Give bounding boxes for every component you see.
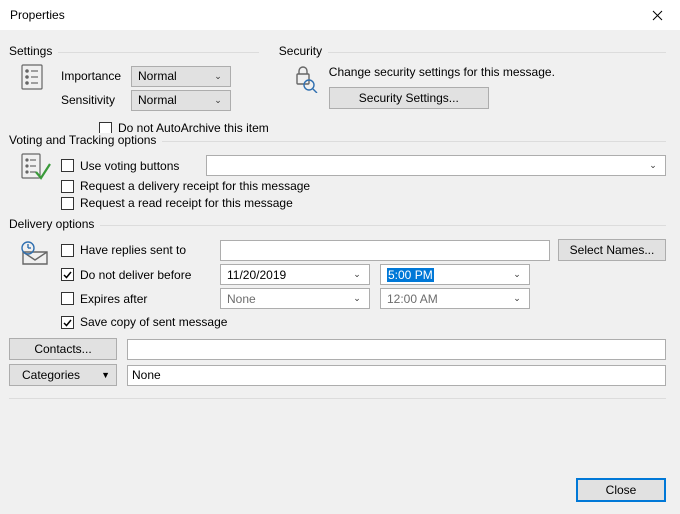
chevron-down-icon: ⌄ — [210, 71, 226, 82]
security-legend: Security — [279, 44, 328, 58]
categories-button[interactable]: Categories ▼ — [9, 364, 117, 386]
importance-value: Normal — [138, 69, 177, 83]
titlebar: Properties — [0, 0, 680, 30]
not-before-label: Do not deliver before — [80, 268, 220, 282]
categories-input[interactable]: None — [127, 365, 666, 386]
contacts-input[interactable] — [127, 339, 666, 360]
delivery-legend: Delivery options — [9, 217, 100, 231]
importance-label: Importance — [55, 69, 131, 83]
use-voting-checkbox[interactable] — [61, 159, 74, 172]
delivery-group: Delivery options Have replies sent to — [9, 225, 666, 405]
security-desc: Change security settings for this messag… — [329, 65, 666, 79]
replies-label: Have replies sent to — [80, 243, 220, 257]
contacts-button[interactable]: Contacts... — [9, 338, 117, 360]
expires-checkbox[interactable] — [61, 292, 74, 305]
expires-date: None — [227, 292, 256, 306]
chevron-down-icon: ⌄ — [349, 269, 365, 280]
delivery-receipt-label: Request a delivery receipt for this mess… — [80, 179, 310, 193]
settings-legend: Settings — [9, 44, 58, 58]
expires-label: Expires after — [80, 292, 220, 306]
delivery-receipt-checkbox[interactable] — [61, 180, 74, 193]
window-title: Properties — [10, 8, 65, 22]
settings-group: Settings Importance — [9, 52, 259, 119]
voting-buttons-select[interactable]: ⌄ — [206, 155, 666, 176]
use-voting-label: Use voting buttons — [80, 159, 206, 173]
sensitivity-select[interactable]: Normal ⌄ — [131, 90, 231, 111]
delivery-icon — [9, 236, 61, 332]
close-button[interactable]: Close — [576, 478, 666, 502]
save-copy-label: Save copy of sent message — [80, 315, 227, 329]
voting-legend: Voting and Tracking options — [9, 133, 162, 147]
chevron-down-icon: ⌄ — [509, 269, 525, 280]
chevron-down-icon: ⌄ — [349, 293, 365, 304]
sensitivity-value: Normal — [138, 93, 177, 107]
security-group: Security Change security settings for th… — [279, 52, 666, 119]
not-before-time: 5:00 PM — [387, 268, 434, 282]
chevron-down-icon: ⌄ — [210, 95, 226, 106]
chevron-down-icon: ⌄ — [509, 293, 525, 304]
not-before-date: 11/20/2019 — [227, 268, 286, 282]
expires-date-select[interactable]: None ⌄ — [220, 288, 370, 309]
not-before-time-select[interactable]: 5:00 PM ⌄ — [380, 264, 530, 285]
chevron-down-icon: ⌄ — [645, 160, 661, 171]
properties-icon — [9, 63, 55, 113]
not-before-checkbox[interactable] — [61, 268, 74, 281]
importance-select[interactable]: Normal ⌄ — [131, 66, 231, 87]
expires-time: 12:00 AM — [387, 292, 438, 306]
voting-group: Voting and Tracking options Use voting b… — [9, 141, 666, 219]
read-receipt-checkbox[interactable] — [61, 197, 74, 210]
expires-time-select[interactable]: 12:00 AM ⌄ — [380, 288, 530, 309]
dropdown-arrow-icon: ▼ — [101, 370, 110, 380]
replies-input[interactable] — [220, 240, 550, 261]
security-icon — [279, 63, 329, 109]
read-receipt-label: Request a read receipt for this message — [80, 196, 293, 210]
replies-checkbox[interactable] — [61, 244, 74, 257]
select-names-button[interactable]: Select Names... — [558, 239, 666, 261]
close-icon[interactable] — [634, 0, 680, 30]
not-before-date-select[interactable]: 11/20/2019 ⌄ — [220, 264, 370, 285]
voting-icon — [9, 152, 61, 213]
save-copy-checkbox[interactable] — [61, 316, 74, 329]
sensitivity-label: Sensitivity — [55, 93, 131, 107]
security-settings-button[interactable]: Security Settings... — [329, 87, 489, 109]
